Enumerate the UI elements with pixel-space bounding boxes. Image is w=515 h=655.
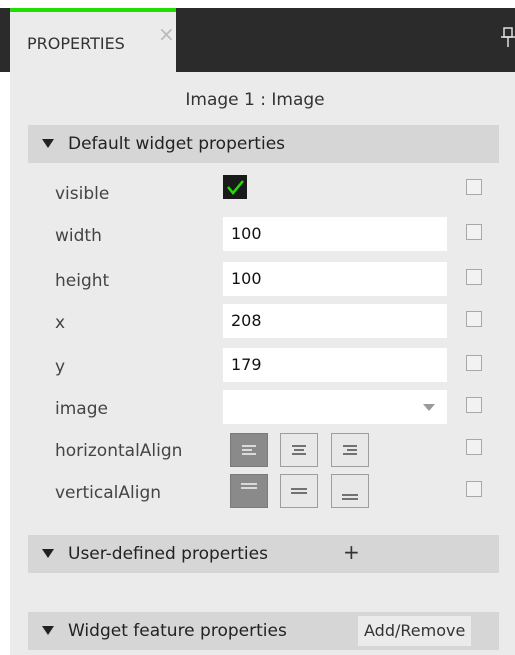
valign-top-icon	[241, 483, 257, 489]
align-left-icon	[242, 445, 256, 455]
section-label: Widget feature properties	[68, 621, 287, 641]
valign-middle-button[interactable]	[280, 474, 318, 508]
valign-bottom-icon	[342, 494, 358, 500]
panel-tabbar: PROPERTIES ×	[0, 8, 515, 72]
valign-bottom-button[interactable]	[331, 474, 369, 508]
y-field[interactable]: 179	[223, 348, 447, 382]
add-property-button[interactable]: +	[343, 542, 360, 562]
section-label: User-defined properties	[68, 544, 268, 564]
override-checkbox-height[interactable]	[466, 269, 482, 285]
align-left-button[interactable]	[230, 433, 268, 467]
override-checkbox-y[interactable]	[466, 355, 482, 371]
property-label-horizontalalign: horizontalAlign	[55, 441, 183, 461]
valign-middle-icon	[291, 488, 307, 494]
property-label-y: y	[55, 357, 66, 377]
visible-checkbox[interactable]	[223, 175, 247, 199]
section-widget-feature-properties[interactable]: Widget feature properties Add/Remove	[28, 612, 499, 650]
x-field[interactable]: 208	[223, 304, 447, 338]
override-checkbox-visible[interactable]	[466, 179, 482, 195]
tab-properties[interactable]: PROPERTIES ×	[10, 8, 176, 72]
collapse-arrow-icon	[42, 139, 54, 148]
override-checkbox-verticalalign[interactable]	[466, 481, 482, 497]
override-checkbox-width[interactable]	[466, 224, 482, 240]
width-field[interactable]: 100	[223, 217, 447, 251]
section-label: Default widget properties	[68, 134, 286, 154]
override-checkbox-horizontalalign[interactable]	[466, 439, 482, 455]
property-label-x: x	[55, 313, 66, 333]
section-default-widget-properties[interactable]: Default widget properties	[28, 125, 499, 163]
override-checkbox-x[interactable]	[466, 311, 482, 327]
collapse-arrow-icon	[42, 626, 54, 635]
property-label-image: image	[55, 399, 108, 419]
align-center-icon	[292, 445, 306, 455]
image-select[interactable]	[223, 390, 447, 424]
height-field[interactable]: 100	[223, 262, 447, 296]
align-center-button[interactable]	[280, 433, 318, 467]
property-label-verticalalign: verticalAlign	[55, 483, 162, 503]
property-label-width: width	[55, 226, 102, 246]
add-remove-button[interactable]: Add/Remove	[358, 616, 472, 646]
pin-icon[interactable]	[501, 26, 515, 48]
widget-title: Image 1 : Image	[185, 90, 325, 110]
properties-panel: Image 1 : Image Default widget propertie…	[10, 72, 515, 655]
property-label-visible: visible	[55, 184, 110, 204]
checkmark-icon	[227, 180, 244, 195]
section-user-defined-properties[interactable]: User-defined properties +	[28, 535, 499, 573]
valign-top-button[interactable]	[230, 474, 268, 508]
property-label-height: height	[55, 271, 110, 291]
close-icon[interactable]: ×	[158, 24, 175, 44]
override-checkbox-image[interactable]	[466, 397, 482, 413]
tab-properties-label: PROPERTIES	[27, 34, 125, 53]
align-right-icon	[343, 445, 357, 455]
collapse-arrow-icon	[42, 549, 54, 558]
align-right-button[interactable]	[331, 433, 369, 467]
chevron-down-icon	[423, 404, 435, 411]
